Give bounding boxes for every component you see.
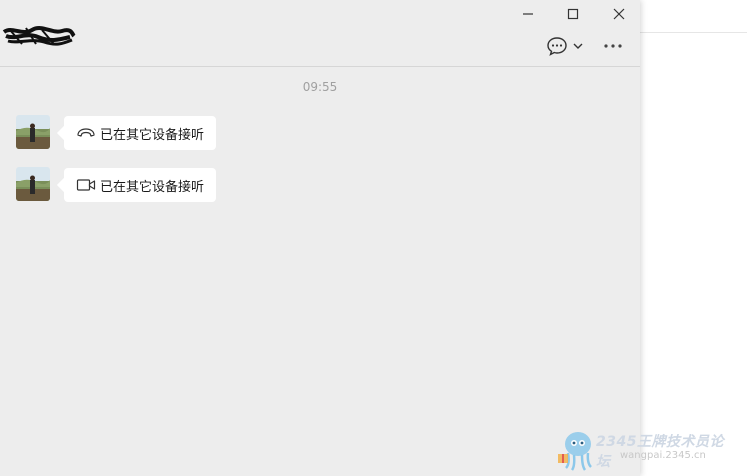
more-icon — [604, 44, 622, 48]
avatar[interactable] — [16, 167, 50, 201]
minimize-button[interactable] — [515, 4, 541, 24]
watermark-url: wangpai.2345.cn — [620, 450, 706, 461]
maximize-icon — [567, 8, 579, 20]
avatar-photo — [16, 167, 50, 201]
maximize-button[interactable] — [560, 4, 586, 24]
minimize-icon — [523, 13, 533, 15]
close-button[interactable] — [606, 4, 632, 24]
video-camera-icon — [76, 178, 96, 192]
call-status-text: 已在其它设备接听 — [100, 127, 205, 143]
call-message-bubble[interactable]: 已在其它设备接听 — [64, 116, 217, 150]
video-call-message-bubble[interactable]: 已在其它设备接听 — [64, 168, 217, 202]
avatar-photo — [16, 115, 50, 149]
message-timestamp: 09:55 — [302, 80, 338, 94]
chat-options-button[interactable] — [546, 36, 584, 56]
phone-hangup-icon — [76, 126, 96, 140]
redacted-contact-name — [2, 26, 76, 46]
avatar[interactable] — [16, 115, 50, 149]
chat-header — [0, 0, 640, 67]
watermark-mascot-icon — [558, 432, 592, 471]
close-icon — [613, 8, 625, 20]
chevron-down-icon — [573, 43, 583, 49]
video-call-status-text: 已在其它设备接听 — [100, 179, 205, 195]
more-options-button[interactable] — [603, 36, 623, 56]
watermark: 2345王牌技术员论坛 wangpai.2345.cn — [556, 428, 736, 472]
chat-window: 09:55 已在其它设备接听 已在其它设备接听 2345王牌技术员论坛 wang… — [0, 0, 723, 476]
background-window — [640, 0, 747, 476]
chat-bubble-icon — [547, 37, 567, 56]
background-window-divider — [640, 32, 747, 33]
